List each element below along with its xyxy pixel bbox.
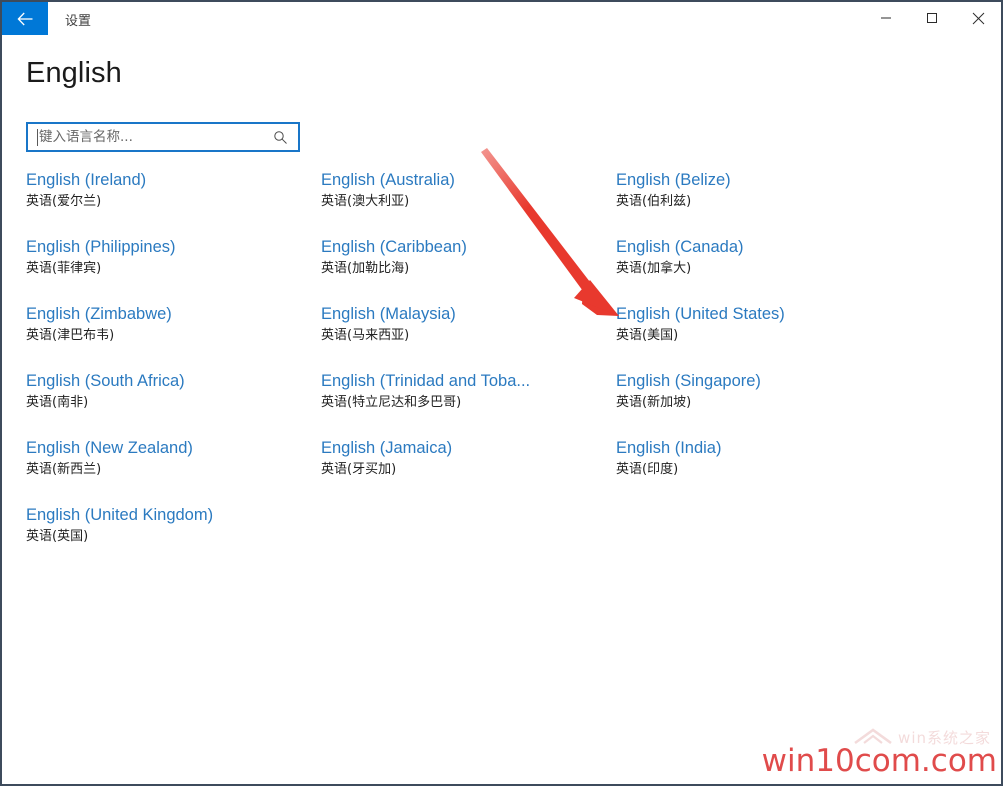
language-native: 英语(新加坡) xyxy=(616,395,692,410)
language-column-2: English (Australia) 英语(澳大利亚) English (Ca… xyxy=(321,170,616,572)
language-name: English (Belize) xyxy=(616,171,731,189)
list-item[interactable]: English (Caribbean) 英语(加勒比海) xyxy=(321,237,616,304)
language-name: English (Canada) xyxy=(616,238,744,256)
language-name: English (Malaysia) xyxy=(321,305,456,323)
app-title: 设置 xyxy=(65,14,92,29)
language-native: 英语(马来西亚) xyxy=(321,328,410,343)
language-name: English (Caribbean) xyxy=(321,238,467,256)
language-native: 英语(伯利兹) xyxy=(616,194,692,209)
language-native: 英语(牙买加) xyxy=(321,462,397,477)
back-button[interactable] xyxy=(2,2,48,35)
list-item[interactable]: English (United Kingdom) 英语(英国) xyxy=(26,505,321,572)
list-item[interactable]: English (Trinidad and Toba... 英语(特立尼达和多巴… xyxy=(321,371,616,438)
list-item[interactable]: English (Belize) 英语(伯利兹) xyxy=(616,170,911,237)
language-name: English (Zimbabwe) xyxy=(26,305,172,323)
language-native: 英语(加拿大) xyxy=(616,261,692,276)
list-item-united-states[interactable]: English (United States) 英语(美国) xyxy=(616,304,911,371)
language-name: English (Australia) xyxy=(321,171,455,189)
language-native: 英语(澳大利亚) xyxy=(321,194,410,209)
language-native: 英语(加勒比海) xyxy=(321,261,410,276)
minimize-button[interactable] xyxy=(863,2,909,34)
list-item[interactable]: English (Canada) 英语(加拿大) xyxy=(616,237,911,304)
language-name: English (Ireland) xyxy=(26,171,147,189)
list-item[interactable]: English (New Zealand) 英语(新西兰) xyxy=(26,438,321,505)
search-input[interactable] xyxy=(38,125,273,149)
window-controls xyxy=(863,2,1001,36)
language-name: English (United States) xyxy=(616,305,785,323)
language-native: 英语(美国) xyxy=(616,328,679,343)
language-name: English (India) xyxy=(616,439,722,457)
language-name: English (United Kingdom) xyxy=(26,506,214,524)
maximize-icon xyxy=(926,12,938,24)
language-name: English (South Africa) xyxy=(26,372,185,390)
language-native: 英语(特立尼达和多巴哥) xyxy=(321,395,462,410)
language-native: 英语(菲律宾) xyxy=(26,261,102,276)
language-native: 英语(津巴布韦) xyxy=(26,328,115,343)
back-arrow-icon xyxy=(16,12,34,26)
list-item[interactable]: English (Ireland) 英语(爱尔兰) xyxy=(26,170,321,237)
maximize-button[interactable] xyxy=(909,2,955,34)
list-item[interactable]: English (Singapore) 英语(新加坡) xyxy=(616,371,911,438)
minimize-icon xyxy=(880,12,892,24)
close-icon xyxy=(972,12,985,25)
list-item[interactable]: English (Malaysia) 英语(马来西亚) xyxy=(321,304,616,371)
language-name: English (New Zealand) xyxy=(26,439,193,457)
language-name: English (Singapore) xyxy=(616,372,761,390)
watermark-url-text: win10com.com xyxy=(761,743,997,779)
language-search-box[interactable] xyxy=(26,122,300,152)
language-native: 英语(新西兰) xyxy=(26,462,102,477)
list-item[interactable]: English (Jamaica) 英语(牙买加) xyxy=(321,438,616,505)
list-item[interactable]: English (Australia) 英语(澳大利亚) xyxy=(321,170,616,237)
language-column-3: English (Belize) 英语(伯利兹) English (Canada… xyxy=(616,170,911,572)
list-item[interactable]: English (India) 英语(印度) xyxy=(616,438,911,505)
language-list: English (Ireland) 英语(爱尔兰) English (Phili… xyxy=(26,170,966,572)
close-button[interactable] xyxy=(955,2,1001,34)
search-icon[interactable] xyxy=(273,130,288,145)
list-item[interactable]: English (Zimbabwe) 英语(津巴布韦) xyxy=(26,304,321,371)
language-native: 英语(爱尔兰) xyxy=(26,194,102,209)
language-name: English (Trinidad and Toba... xyxy=(321,372,531,390)
language-native: 英语(印度) xyxy=(616,462,679,477)
language-name: English (Philippines) xyxy=(26,238,176,256)
title-bar: 设置 xyxy=(2,2,1001,36)
language-column-1: English (Ireland) 英语(爱尔兰) English (Phili… xyxy=(26,170,321,572)
page-title: English xyxy=(26,57,122,89)
language-native: 英语(南非) xyxy=(26,395,89,410)
watermark: win10com.com xyxy=(762,744,997,778)
language-name: English (Jamaica) xyxy=(321,439,453,457)
list-item[interactable]: English (Philippines) 英语(菲律宾) xyxy=(26,237,321,304)
list-item[interactable]: English (South Africa) 英语(南非) xyxy=(26,371,321,438)
settings-window: 设置 English 键入语言名称... English (Ireland) 英… xyxy=(0,0,1003,786)
language-native: 英语(英国) xyxy=(26,529,89,544)
